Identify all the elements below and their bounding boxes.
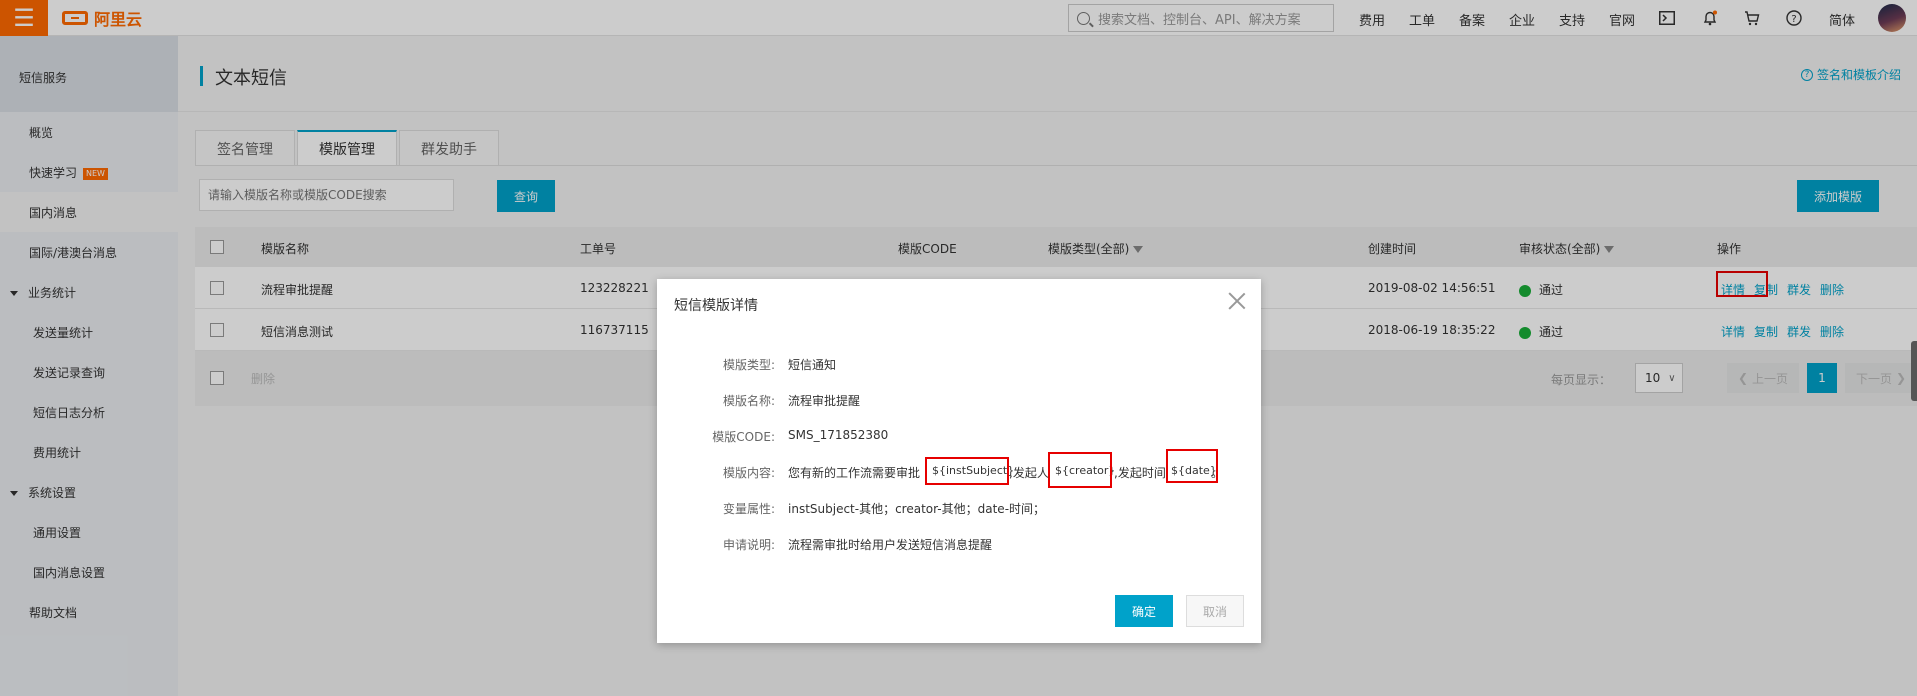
field-label-type: 模版类型: [722,358,775,372]
template-detail-dialog: 短信模版详情 模版类型: 短信通知 模版名称: 流程审批提醒 模版CODE: S… [657,279,1261,643]
dialog-title: 短信模版详情 [674,298,758,314]
field-label-content: 模版内容: [722,466,775,480]
highlight-box [1166,449,1218,483]
field-label-code: 模版CODE: [712,430,775,444]
content-text-3: ,发起时间 [1114,466,1166,480]
field-value-type: 短信通知 [788,358,837,372]
field-value-name: 流程审批提醒 [788,394,861,408]
field-value-code: SMS_171852380 [788,428,889,442]
highlight-box [925,457,1009,485]
confirm-button[interactable]: 确定 [1115,595,1173,627]
field-label-name: 模版名称: [722,394,775,408]
field-value-vars: instSubject-其他；creator-其他；date-时间； [788,502,1046,516]
content-text-2: ,发起人 [1009,466,1049,480]
content-text-1: 您有新的工作流需要审批 [788,466,921,480]
side-float-tab[interactable] [1911,341,1917,401]
close-icon[interactable] [1227,291,1247,311]
field-label-vars: 变量属性: [722,502,775,516]
highlight-box [1048,452,1112,488]
field-label-reason: 申请说明: [722,538,775,552]
field-value-reason: 流程需审批时给用户发送短信消息提醒 [788,538,993,552]
cancel-button[interactable]: 取消 [1186,595,1244,627]
